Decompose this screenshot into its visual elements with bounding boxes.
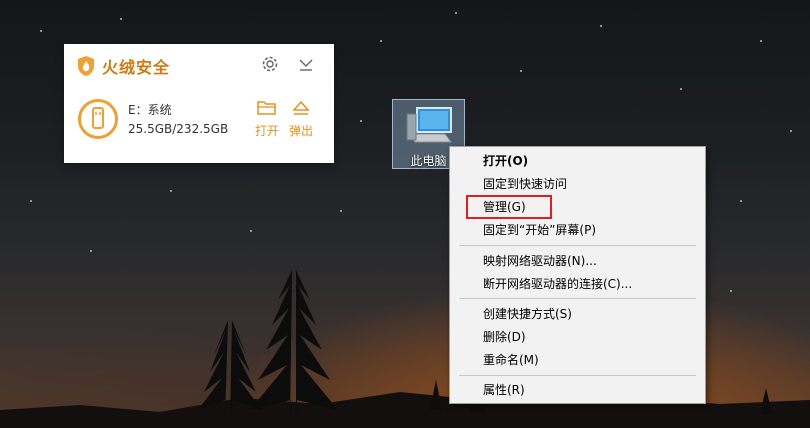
menu-item-properties[interactable]: 属性(R) xyxy=(450,379,705,401)
eject-icon xyxy=(292,100,310,115)
menu-item-rename[interactable]: 重命名(M) xyxy=(450,349,705,371)
menu-item-disconnect-drive[interactable]: 断开网络驱动器的连接(C)... xyxy=(450,273,705,295)
gear-icon[interactable] xyxy=(260,54,280,74)
card-header: 火绒安全 xyxy=(76,54,170,78)
menu-item-open[interactable]: 打开(O) xyxy=(450,150,705,172)
menu-item-create-shortcut[interactable]: 创建快捷方式(S) xyxy=(450,303,705,325)
computer-icon xyxy=(406,107,452,143)
menu-item-pin-quick-access[interactable]: 固定到快速访问 xyxy=(450,173,705,195)
menu-separator xyxy=(459,245,696,246)
collapse-chevron-icon[interactable] xyxy=(298,54,314,74)
menu-separator xyxy=(459,375,696,376)
drive-name: E：系统 xyxy=(128,103,172,117)
brand-name: 火绒安全 xyxy=(102,58,171,77)
menu-separator xyxy=(459,298,696,299)
drive-usage: 25.5GB/232.5GB xyxy=(128,122,229,136)
eject-drive-button[interactable]: 弹出 xyxy=(286,100,316,139)
menu-item-map-drive[interactable]: 映射网络驱动器(N)... xyxy=(450,250,705,272)
huorong-logo-icon xyxy=(78,56,94,76)
usb-security-card: 火绒安全 E：系统 25.5GB/232.5GB 打开 弹出 xyxy=(64,44,334,163)
open-drive-button[interactable]: 打开 xyxy=(252,100,282,139)
context-menu: 打开(O) 固定到快速访问 管理(G) 固定到“开始”屏幕(P) 映射网络驱动器… xyxy=(449,146,706,404)
menu-item-pin-start[interactable]: 固定到“开始”屏幕(P) xyxy=(450,219,705,241)
manage-highlight-box xyxy=(466,195,552,219)
eject-drive-label: 弹出 xyxy=(288,124,313,138)
folder-icon xyxy=(257,101,276,115)
usb-drive-icon xyxy=(78,99,118,139)
open-drive-label: 打开 xyxy=(254,124,279,138)
menu-item-delete[interactable]: 删除(D) xyxy=(450,326,705,348)
